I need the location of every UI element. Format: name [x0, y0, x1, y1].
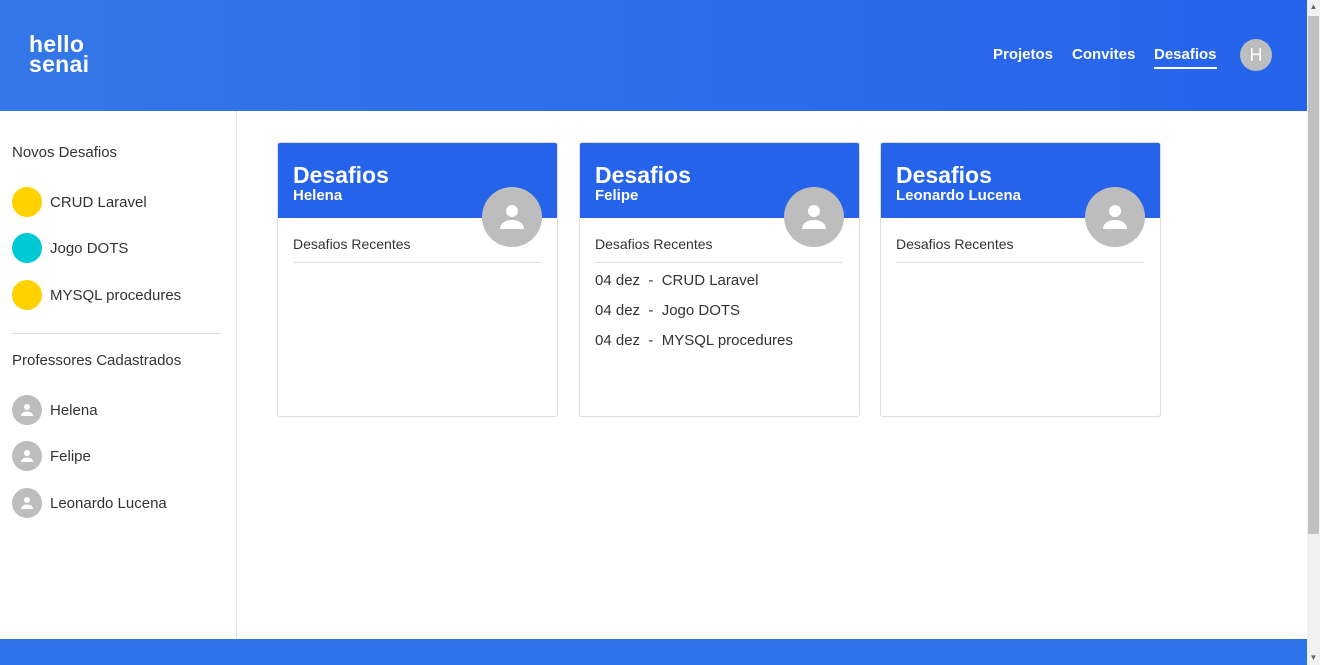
- teacher-label: Leonardo Lucena: [50, 494, 167, 512]
- card-divider: [896, 262, 1144, 263]
- scroll-up-arrow-icon[interactable]: ▲: [1307, 0, 1320, 14]
- recent-challenge-entry[interactable]: 04 dez - CRUD Laravel: [595, 272, 758, 289]
- teacher-label: Helena: [50, 401, 98, 419]
- person-icon: [12, 395, 42, 425]
- person-icon: [12, 441, 42, 471]
- sidebar-challenge-mysql-procedures[interactable]: MYSQL procedures: [12, 280, 182, 310]
- sidebar-teacher-felipe[interactable]: Felipe: [12, 441, 182, 471]
- person-icon: [784, 187, 844, 247]
- teacher-card-felipe[interactable]: Desafios Felipe Desafios Recentes 04 dez…: [579, 142, 860, 417]
- teachers-heading: Professores Cadastrados: [12, 352, 182, 369]
- person-icon: [12, 488, 42, 518]
- recent-challenges-label: Desafios Recentes: [293, 236, 411, 252]
- challenge-label: CRUD Laravel: [50, 193, 147, 211]
- card-teacher-name: Helena: [293, 187, 343, 204]
- teacher-label: Felipe: [50, 447, 91, 465]
- card-title: Desafios: [896, 162, 992, 188]
- card-divider: [293, 262, 541, 263]
- sidebar-teacher-leonardo-lucena[interactable]: Leonardo Lucena: [12, 488, 182, 518]
- sidebar-challenge-jogo-dots[interactable]: Jogo DOTS: [12, 233, 182, 263]
- card-teacher-name: Felipe: [595, 187, 639, 204]
- card-header: Desafios Helena: [278, 143, 557, 247]
- card-title: Desafios: [293, 162, 389, 188]
- teacher-card-helena[interactable]: Desafios Helena Desafios Recentes: [277, 142, 558, 417]
- card-divider: [595, 262, 843, 263]
- challenge-color-dot: [12, 187, 42, 217]
- footer-bar: [0, 639, 1307, 665]
- card-teacher-name: Leonardo Lucena: [896, 187, 1022, 204]
- scrollbar-thumb[interactable]: [1308, 16, 1319, 534]
- teacher-card-leonardo-lucena[interactable]: Desafios Leonardo Lucena Desafios Recent…: [880, 142, 1161, 417]
- card-header: Desafios Felipe: [580, 143, 859, 247]
- nav-convites[interactable]: Convites: [1072, 46, 1135, 63]
- nav-desafios[interactable]: Desafios: [1154, 46, 1217, 69]
- recent-challenges-label: Desafios Recentes: [595, 236, 713, 252]
- logo-line-2: senai: [29, 51, 90, 77]
- challenge-label: MYSQL procedures: [50, 286, 182, 304]
- sidebar-teacher-helena[interactable]: Helena: [12, 395, 182, 425]
- recent-challenges-label: Desafios Recentes: [896, 236, 1014, 252]
- scroll-down-arrow-icon[interactable]: ▼: [1307, 651, 1320, 665]
- person-icon: [1085, 187, 1145, 247]
- challenge-color-dot: [12, 233, 42, 263]
- top-header: hello senai Projetos Convites Desafios H: [0, 0, 1307, 111]
- new-challenges-heading: Novos Desafios: [12, 144, 118, 161]
- sidebar-divider: [12, 333, 221, 334]
- user-avatar[interactable]: H: [1240, 39, 1272, 71]
- sidebar-challenge-crud-laravel[interactable]: CRUD Laravel: [12, 187, 182, 217]
- person-icon: [482, 187, 542, 247]
- challenge-label: Jogo DOTS: [50, 239, 129, 257]
- card-header: Desafios Leonardo Lucena: [881, 143, 1160, 247]
- challenge-color-dot: [12, 280, 42, 310]
- card-title: Desafios: [595, 162, 691, 188]
- sidebar: Novos Desafios CRUD Laravel Jogo DOTS MY…: [0, 111, 237, 639]
- hello-senai-logo[interactable]: hello senai: [29, 33, 90, 77]
- recent-challenge-entry[interactable]: 04 dez - Jogo DOTS: [595, 302, 740, 319]
- recent-challenge-entry[interactable]: 04 dez - MYSQL procedures: [595, 332, 793, 349]
- nav-projetos[interactable]: Projetos: [993, 46, 1053, 63]
